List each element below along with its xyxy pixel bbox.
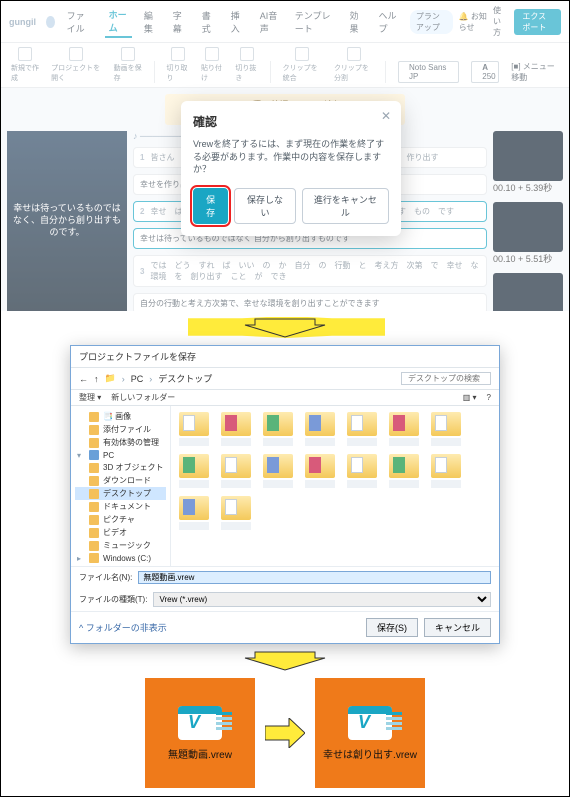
path-pc[interactable]: PC [131, 374, 144, 384]
flow-arrow-2 [1, 650, 569, 672]
folder-item[interactable] [219, 412, 253, 446]
file-before[interactable]: V 無題動画.vrew [145, 678, 255, 788]
path-bar[interactable]: ← ↑ 📁 › PC › デスクトップ [71, 368, 499, 390]
view-icon[interactable]: ▥ ▾ [463, 393, 477, 402]
file-after-label: 幸せは創り出す.vrew [323, 746, 417, 761]
save-dialog: プロジェクトファイルを保存 ← ↑ 📁 › PC › デスクトップ 整理 ▾ 新… [70, 345, 500, 644]
tree-item[interactable]: ドキュメント [75, 500, 166, 513]
filetype-select[interactable]: Vrew (*.vrew) [153, 592, 491, 607]
folder-item[interactable] [345, 454, 379, 488]
rename-arrow-icon [265, 718, 305, 748]
tree-item[interactable]: ビデオ [75, 526, 166, 539]
hide-folders-link[interactable]: ^ フォルダーの非表示 [79, 621, 167, 634]
help-icon[interactable]: ? [487, 393, 491, 402]
back-icon[interactable]: ← [79, 374, 88, 384]
modal-body: Vrewを終了するには、まず現在の作業を終了する必要があります。作業中の内容を保… [193, 138, 389, 176]
folder-item[interactable] [219, 496, 253, 530]
tree-item[interactable]: ▸Windows (C:) [75, 552, 166, 564]
file-after[interactable]: V 幸せは創り出す.vrew [315, 678, 425, 788]
folder-item[interactable] [177, 412, 211, 446]
confirm-modal: ✕ 確認 Vrewを終了するには、まず現在の作業を終了する必要があります。作業中… [181, 101, 401, 236]
folder-item[interactable] [387, 454, 421, 488]
tree-item[interactable]: ダウンロード [75, 474, 166, 487]
flow-arrow-1 [1, 317, 569, 339]
folder-item[interactable] [219, 454, 253, 488]
folder-icon: 📁 [105, 373, 116, 384]
vrew-app: gungil ファイル ホーム 編集 字幕 書式 挿入 AI音声 テンプレート … [1, 1, 569, 311]
folder-item[interactable] [261, 454, 295, 488]
tree-item[interactable]: ▾PC [75, 449, 166, 461]
save-button[interactable]: 保存 [193, 188, 228, 224]
folder-item[interactable] [177, 454, 211, 488]
folder-item[interactable] [429, 454, 463, 488]
folder-item[interactable] [387, 412, 421, 446]
dialog-save-button[interactable]: 保存(S) [366, 618, 418, 637]
folder-item[interactable] [261, 412, 295, 446]
dialog-toolbar: 整理 ▾ 新しいフォルダー ▥ ▾ ? [71, 390, 499, 406]
rename-panel: V 無題動画.vrew V 幸せは創り出す.vrew [1, 678, 569, 788]
nav-tree: 📑 画像 添付ファイル 有効体勢の管理▾PC 3D オブジェクト ダウンロード … [71, 406, 171, 566]
dialog-title: プロジェクトファイルを保存 [71, 346, 499, 368]
folder-item[interactable] [345, 412, 379, 446]
filename-input[interactable] [138, 571, 491, 584]
cancel-button[interactable]: 進行をキャンセル [302, 188, 389, 224]
organize-menu[interactable]: 整理 ▾ [79, 392, 101, 403]
tree-item[interactable]: 添付ファイル [75, 423, 166, 436]
folder-item[interactable] [429, 412, 463, 446]
folder-item[interactable] [303, 412, 337, 446]
dialog-cancel-button[interactable]: キャンセル [424, 618, 491, 637]
nosave-button[interactable]: 保存しない [234, 188, 295, 224]
folder-item[interactable] [303, 454, 337, 488]
tree-item[interactable]: ミュージック [75, 539, 166, 552]
close-icon[interactable]: ✕ [381, 109, 391, 123]
file-grid[interactable] [171, 406, 499, 566]
tree-item[interactable]: デスクトップ [75, 487, 166, 500]
filename-label: ファイル名(N): [79, 572, 132, 583]
folder-item[interactable] [177, 496, 211, 530]
file-before-label: 無題動画.vrew [168, 746, 232, 761]
tree-item[interactable]: ▸USBSTORAGE (¥¥EPSON… [75, 564, 166, 566]
modal-title: 確認 [193, 113, 389, 130]
newfolder-button[interactable]: 新しいフォルダー [111, 392, 175, 403]
up-icon[interactable]: ↑ [94, 374, 99, 384]
search-input[interactable] [401, 372, 491, 385]
tree-item[interactable]: 有効体勢の管理 [75, 436, 166, 449]
filetype-label: ファイルの種類(T): [79, 594, 147, 605]
tree-item[interactable]: 📑 画像 [75, 410, 166, 423]
tree-item[interactable]: 3D オブジェクト [75, 461, 166, 474]
path-desktop[interactable]: デスクトップ [158, 372, 212, 385]
tree-item[interactable]: ピクチャ [75, 513, 166, 526]
